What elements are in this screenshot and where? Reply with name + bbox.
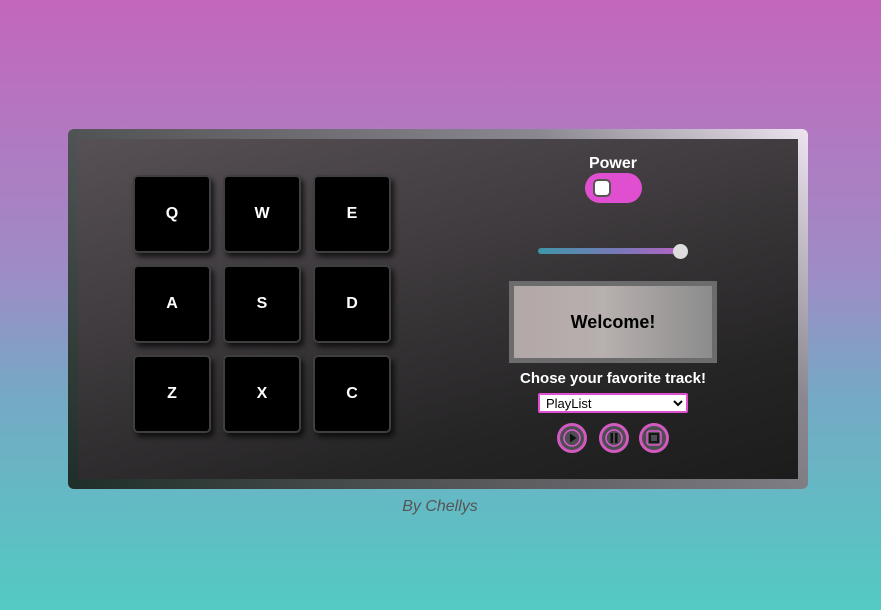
display-screen: Welcome! — [509, 281, 717, 363]
power-toggle-knob — [593, 179, 611, 197]
volume-slider-track — [538, 248, 680, 254]
track-chooser-label: Chose your favorite track! — [520, 370, 706, 387]
playlist-select[interactable]: PlayList — [538, 393, 688, 413]
drum-pad-c[interactable]: C — [313, 355, 391, 433]
power-label: Power — [588, 155, 637, 172]
drum-pad-z[interactable]: Z — [133, 355, 211, 433]
volume-slider-thumb[interactable] — [673, 244, 688, 259]
stop-icon — [646, 430, 662, 446]
drum-pad-w[interactable]: W — [223, 175, 301, 253]
drum-pad-a[interactable]: A — [133, 265, 211, 343]
volume-slider[interactable] — [538, 244, 688, 259]
drum-pad-q[interactable]: Q — [133, 175, 211, 253]
power-toggle[interactable] — [585, 173, 642, 203]
play-icon — [563, 429, 581, 447]
drum-pad-x[interactable]: X — [223, 355, 301, 433]
pause-button[interactable] — [599, 423, 629, 453]
drum-pad-d[interactable]: D — [313, 265, 391, 343]
drum-pad-e[interactable]: E — [313, 175, 391, 253]
author-credit: By Chellys — [402, 498, 478, 515]
pause-icon — [605, 429, 623, 447]
play-button[interactable] — [557, 423, 587, 453]
stop-button[interactable] — [639, 423, 669, 453]
drum-pad-s[interactable]: S — [223, 265, 301, 343]
